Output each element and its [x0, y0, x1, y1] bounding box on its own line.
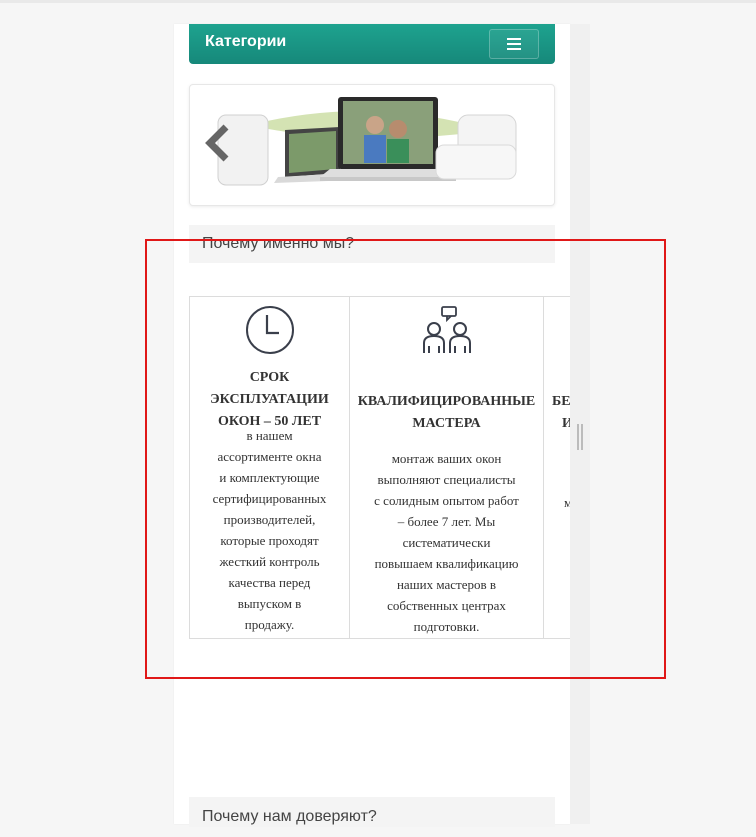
categories-title: Категории [205, 33, 287, 50]
feature-card-masters: КВАЛИФИЦИРОВАННЫЕ МАСТЕРА монтаж ваших о… [349, 296, 544, 639]
section-heading-trust: Почему нам доверяют? [189, 797, 555, 827]
feature-text: в нашем ассортименте окна и комплектующи… [212, 428, 327, 632]
banner-slider[interactable] [189, 84, 555, 206]
menu-toggle-button[interactable] [489, 29, 539, 59]
clock-icon [245, 306, 294, 354]
section-heading-why-us: Почему именно мы? [189, 225, 555, 263]
feature-title: БЕ И [552, 394, 570, 431]
chevron-left-icon[interactable] [204, 123, 230, 163]
feature-card-partial: БЕ И м [543, 296, 570, 639]
laptop-devices-image [217, 97, 517, 186]
mobile-page: Категории Почему именно мы? СРОК ЭКСПЛУА… [174, 24, 570, 827]
resize-handle[interactable] [577, 424, 583, 450]
feature-title: СРОК ЭКСПЛУАТАЦИИ ОКОН – 50 ЛЕТ [210, 370, 329, 429]
feature-title: КВАЛИФИЦИРОВАННЫЕ МАСТЕРА [357, 394, 536, 431]
hamburger-icon [507, 38, 521, 50]
feature-card-lifetime: СРОК ЭКСПЛУАТАЦИИ ОКОН – 50 ЛЕТ в нашем … [189, 296, 350, 639]
feature-text: монтаж ваших окон выполняют специалисты … [374, 451, 519, 634]
top-border [0, 0, 756, 3]
people-chat-icon [422, 306, 471, 353]
features-carousel[interactable]: СРОК ЭКСПЛУАТАЦИИ ОКОН – 50 ЛЕТ в нашем … [189, 296, 570, 641]
categories-bar[interactable]: Категории [189, 24, 555, 64]
